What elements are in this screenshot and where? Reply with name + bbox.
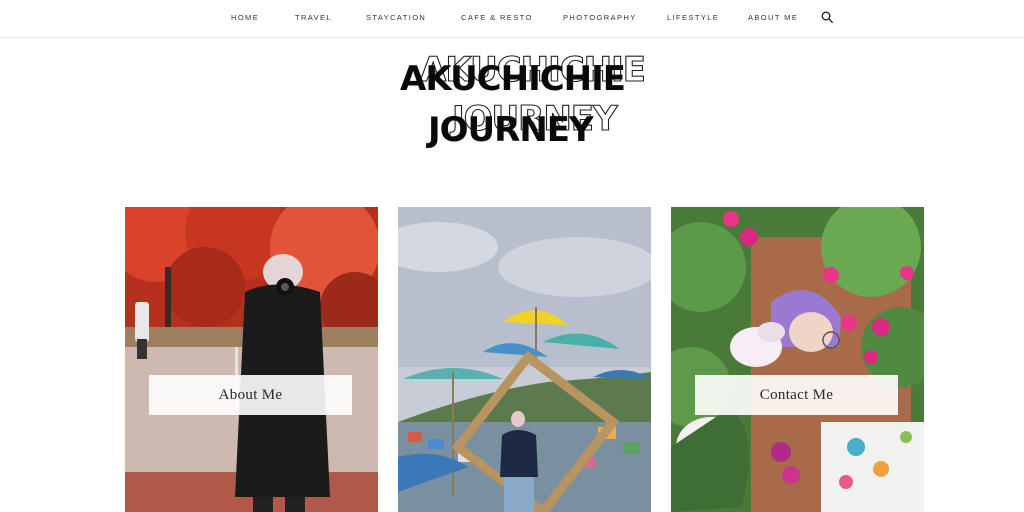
nav-item-lifestyle[interactable]: LIFESTYLE — [667, 13, 719, 22]
nav-item-cafe-resto[interactable]: CAFE & RESTO — [461, 13, 533, 22]
about-me-label[interactable]: About Me — [149, 375, 352, 415]
umbrella-village-photo — [398, 207, 651, 512]
nav-item-travel[interactable]: TRAVEL — [295, 13, 332, 22]
search-icon[interactable] — [821, 11, 833, 23]
nav-item-about-me[interactable]: ABOUT ME — [748, 13, 798, 22]
nav-item-staycation[interactable]: STAYCATION — [366, 13, 426, 22]
autumn-photo — [125, 207, 378, 512]
photo-card-umbrella[interactable] — [398, 207, 651, 512]
site-logo[interactable]: AKUCHICHIE AKUCHICHIE JOURNEY JOURNEY — [390, 50, 647, 150]
flowers-portrait-photo — [671, 207, 924, 512]
nav-item-home[interactable]: HOME — [231, 13, 259, 22]
contact-me-label[interactable]: Contact Me — [695, 375, 898, 415]
top-navigation: HOME TRAVEL STAYCATION CAFE & RESTO PHOT… — [0, 0, 1024, 38]
logo-line2: JOURNEY — [428, 110, 594, 150]
nav-item-photography[interactable]: PHOTOGRAPHY — [563, 13, 637, 22]
contact-me-card[interactable]: Contact Me — [671, 207, 924, 512]
about-me-card[interactable]: About Me — [125, 207, 378, 512]
logo-line1: AKUCHICHIE — [400, 59, 626, 99]
